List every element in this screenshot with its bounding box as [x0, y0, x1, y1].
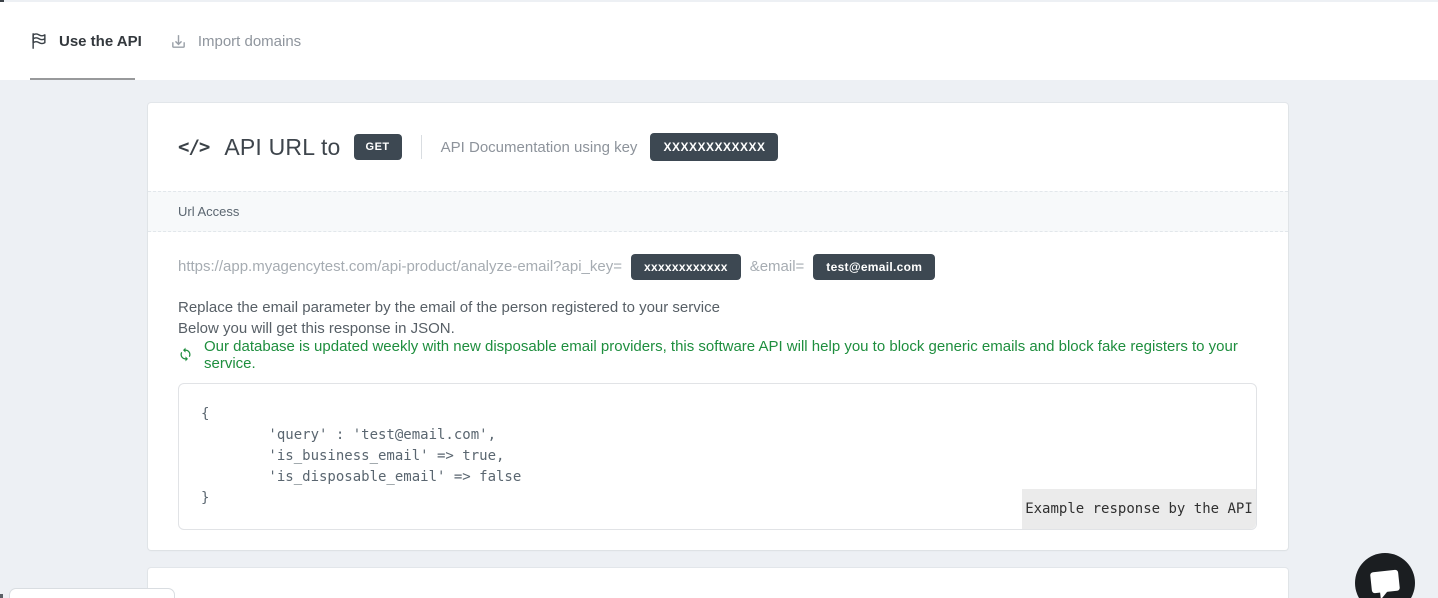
method-badge: GET [354, 134, 402, 160]
tab-import-domains[interactable]: Import domains [170, 33, 301, 50]
instructions: Replace the email parameter by the email… [148, 297, 1288, 339]
api-key-badge: XXXXXXXXXXXX [650, 133, 778, 161]
api-card: </> API URL to GET API Documentation usi… [148, 103, 1288, 550]
download-icon [170, 33, 187, 50]
api-url-row: https://app.myagencytest.com/api-product… [148, 253, 1288, 280]
tab-bar: Use the API Import domains [0, 2, 1438, 80]
code-caption: Example response by the API [1022, 489, 1256, 529]
code-example-block: { 'query' : 'test@email.com', 'is_busine… [178, 383, 1257, 530]
tab-use-the-api[interactable]: Use the API [30, 32, 142, 50]
chat-widget-button[interactable] [1355, 553, 1415, 598]
api-card-header: </> API URL to GET API Documentation usi… [148, 103, 1288, 191]
doc-label: API Documentation using key [441, 139, 638, 156]
page: Use the API Import domains </> API URL t… [0, 0, 1438, 598]
api-url-text: https://app.myagencytest.com/api-product… [178, 258, 622, 275]
tabs: Use the API Import domains [0, 2, 1438, 80]
update-notice: Our database is updated weekly with new … [148, 344, 1288, 365]
api-key-value-badge: xxxxxxxxxxxx [631, 254, 741, 280]
header-divider [421, 135, 422, 159]
instruction-line-2: Below you will get this response in JSON… [178, 318, 1258, 339]
url-access-label: Url Access [178, 204, 239, 219]
instruction-line-1: Replace the email parameter by the email… [178, 297, 1258, 318]
tab-label-use-the-api: Use the API [59, 33, 142, 50]
notice-text: Our database is updated weekly with new … [204, 338, 1258, 372]
active-tab-underline [30, 78, 135, 80]
code-icon: </> [178, 136, 209, 158]
url-access-bar: Url Access [148, 191, 1288, 232]
card-title: API URL to [224, 134, 340, 161]
email-value-badge: test@email.com [813, 254, 935, 280]
flag-icon [30, 32, 48, 50]
tooltip-stub [9, 588, 175, 598]
refresh-icon [178, 347, 193, 362]
email-param-label: &email= [750, 258, 805, 275]
edge-artifact [0, 594, 3, 598]
chat-bubble-icon [1370, 570, 1400, 594]
tab-label-import-domains: Import domains [198, 33, 301, 50]
next-card-partial [148, 568, 1288, 598]
